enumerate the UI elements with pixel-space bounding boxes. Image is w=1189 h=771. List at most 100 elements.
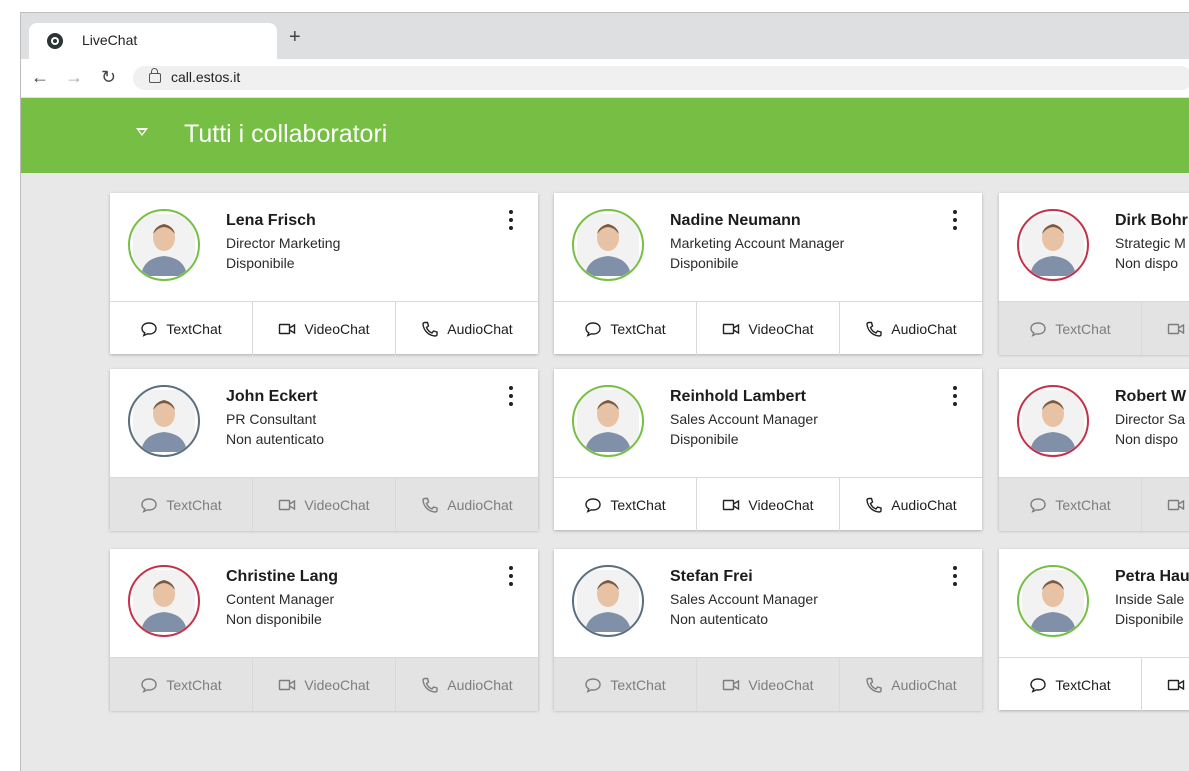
video-camera-icon (1168, 679, 1185, 690)
speech-bubble-icon (141, 677, 158, 693)
video-camera-icon (279, 499, 296, 510)
textchat-label: TextChat (610, 496, 666, 513)
action-bar: TextChat VideoChat AudioChat (110, 657, 538, 711)
audiochat-button[interactable]: AudioChat (395, 302, 538, 355)
contact-name: Reinhold Lambert (670, 388, 807, 405)
textchat-button[interactable]: TextChat (110, 478, 252, 531)
person-avatar-icon (577, 570, 639, 632)
phone-icon (866, 321, 882, 337)
videochat-button[interactable]: VideoChat (696, 658, 839, 711)
contact-role: PR Consultant (226, 411, 317, 427)
contact-name: John Eckert (226, 388, 318, 405)
videochat-button[interactable]: VideoChat (1141, 658, 1189, 711)
textchat-button[interactable]: TextChat (999, 478, 1141, 531)
contact-role: Director Marketing (226, 235, 341, 251)
more-options-icon[interactable] (504, 209, 518, 231)
action-bar: TextChat VideoChat AudioChat (554, 477, 982, 531)
contact-status: Non dispo (1115, 431, 1179, 447)
collapse-triangle-icon[interactable] (136, 128, 148, 136)
audiochat-button[interactable]: AudioChat (395, 478, 538, 531)
videochat-button[interactable]: VideoChat (252, 658, 395, 711)
contact-name: Dirk Bohr (1115, 212, 1188, 229)
contact-card: Dirk Bohr Strategic M Non dispo TextChat… (999, 193, 1189, 355)
speech-bubble-icon (1030, 321, 1047, 337)
more-options-icon[interactable] (948, 565, 962, 587)
textchat-button[interactable]: TextChat (554, 658, 696, 711)
contact-status: Non dispo (1115, 255, 1179, 271)
contact-status: Non autenticato (226, 431, 325, 447)
tab-title: LiveChat (82, 32, 138, 48)
contact-role: Sales Account Manager (670, 411, 818, 427)
contact-card: Lena Frisch Director Marketing Disponibi… (110, 193, 538, 355)
avatar[interactable] (128, 209, 200, 281)
contact-status: Disponibile (226, 255, 295, 271)
contact-role: Marketing Account Manager (670, 235, 845, 251)
avatar[interactable] (1017, 565, 1089, 637)
textchat-button[interactable]: TextChat (554, 302, 696, 355)
textchat-button[interactable]: TextChat (999, 658, 1141, 711)
contact-name: Lena Frisch (226, 212, 316, 229)
audiochat-label: AudioChat (891, 496, 957, 513)
contact-role: Content Manager (226, 591, 335, 607)
reload-icon[interactable]: ↻ (101, 67, 116, 87)
textchat-button[interactable]: TextChat (110, 658, 252, 711)
textchat-button[interactable]: TextChat (554, 478, 696, 531)
contact-role: Director Sa (1115, 411, 1186, 427)
action-bar: TextChat VideoChat AudioChat (999, 477, 1189, 531)
videochat-label: VideoChat (304, 676, 370, 693)
avatar[interactable] (572, 565, 644, 637)
person-avatar-icon (577, 214, 639, 276)
url-field[interactable]: call.estos.it (133, 66, 1189, 90)
videochat-button[interactable]: VideoChat (1141, 302, 1189, 355)
action-bar: TextChat VideoChat AudioChat (110, 301, 538, 355)
textchat-button[interactable]: TextChat (110, 302, 252, 355)
videochat-button[interactable]: VideoChat (252, 302, 395, 355)
speech-bubble-icon (585, 497, 602, 513)
more-options-icon[interactable] (504, 385, 518, 407)
avatar[interactable] (128, 385, 200, 457)
contact-role: Sales Account Manager (670, 591, 818, 607)
tab-livechat[interactable]: LiveChat (29, 23, 277, 59)
phone-icon (422, 677, 438, 693)
videochat-label: VideoChat (748, 320, 814, 337)
videochat-button[interactable]: VideoChat (696, 302, 839, 355)
contact-role: Inside Sale (1115, 591, 1185, 607)
videochat-button[interactable]: VideoChat (696, 478, 839, 531)
address-bar: ← → ↻ call.estos.it (21, 59, 1189, 98)
avatar[interactable] (1017, 209, 1089, 281)
contact-role: Strategic M (1115, 235, 1186, 251)
avatar[interactable] (1017, 385, 1089, 457)
phone-icon (866, 497, 882, 513)
more-options-icon[interactable] (948, 209, 962, 231)
audiochat-button[interactable]: AudioChat (395, 658, 538, 711)
forward-arrow-icon[interactable]: → (65, 67, 83, 87)
avatar[interactable] (572, 209, 644, 281)
new-tab-button[interactable]: + (289, 27, 301, 47)
url-text: call.estos.it (171, 69, 241, 85)
videochat-button[interactable]: VideoChat (252, 478, 395, 531)
phone-icon (866, 677, 882, 693)
audiochat-label: AudioChat (447, 320, 513, 337)
video-camera-icon (279, 323, 296, 334)
avatar[interactable] (128, 565, 200, 637)
videochat-label: VideoChat (748, 496, 814, 513)
back-arrow-icon[interactable]: ← (31, 67, 49, 87)
textchat-label: TextChat (166, 676, 222, 693)
audiochat-button[interactable]: AudioChat (839, 658, 982, 711)
textchat-button[interactable]: TextChat (999, 302, 1141, 355)
action-bar: TextChat VideoChat AudioChat (999, 657, 1189, 711)
audiochat-button[interactable]: AudioChat (839, 302, 982, 355)
more-options-icon[interactable] (504, 565, 518, 587)
contact-card: Petra Hau Inside Sale Disponibile TextCh… (999, 549, 1189, 711)
contact-status: Disponibile (670, 255, 739, 271)
speech-bubble-icon (141, 497, 158, 513)
audiochat-button[interactable]: AudioChat (839, 478, 982, 531)
avatar[interactable] (572, 385, 644, 457)
more-options-icon[interactable] (948, 385, 962, 407)
textchat-label: TextChat (166, 496, 222, 513)
audiochat-label: AudioChat (891, 676, 957, 693)
videochat-button[interactable]: VideoChat (1141, 478, 1189, 531)
person-avatar-icon (133, 390, 195, 452)
estos-logo-icon (47, 33, 63, 49)
videochat-label: VideoChat (304, 496, 370, 513)
